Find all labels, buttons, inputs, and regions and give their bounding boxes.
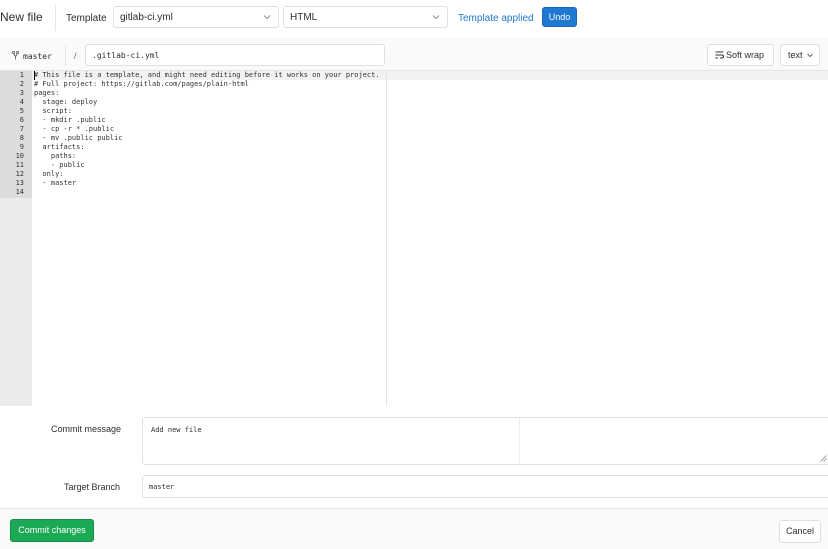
line-number: 8 — [19, 134, 24, 142]
editor-mode-dropdown[interactable]: text — [780, 44, 820, 66]
code-line: - cp -r * .public — [34, 125, 115, 133]
commit-message-value: Add new file — [151, 426, 202, 434]
branch-indicator: master — [12, 51, 52, 61]
template-applied-text: Template applied — [458, 13, 534, 24]
commit-message-label: Commit message — [51, 424, 122, 434]
code-line: - mkdir .public — [34, 116, 106, 124]
form-actions: Commit changes Cancel — [0, 508, 828, 549]
code-content[interactable]: # This file is a template, and might nee… — [34, 71, 380, 197]
code-line: script: — [34, 107, 72, 115]
template-type-value: HTML — [290, 12, 318, 23]
line-number: 13 — [15, 179, 24, 187]
line-number: 2 — [19, 80, 24, 88]
branch-name: master — [23, 52, 52, 61]
line-number: 4 — [19, 98, 24, 106]
code-editor[interactable]: 1 2 3 4 5 6 7 8 9 10 11 12 13 14 # This file is a tem… — [0, 71, 828, 406]
line-number: 1 — [19, 71, 24, 79]
template-dropdown-value: gitlab-ci.yml — [120, 12, 173, 23]
line-number: 7 — [19, 125, 24, 133]
target-branch-label: Target Branch — [64, 482, 121, 492]
code-line: paths: — [34, 152, 77, 160]
code-line: pages: — [34, 89, 60, 97]
code-line: only: — [34, 170, 64, 178]
line-number: 10 — [15, 152, 24, 160]
line-number: 12 — [15, 170, 24, 178]
path-separator: / — [74, 51, 77, 61]
line-number: 9 — [19, 143, 24, 151]
code-line: - public — [34, 161, 85, 169]
branch-icon — [12, 51, 19, 60]
line-number-gutter: 1 2 3 4 5 6 7 8 9 10 11 12 13 14 — [0, 71, 32, 406]
line-number: 5 — [19, 107, 24, 115]
undo-button[interactable]: Undo — [542, 7, 577, 27]
resize-handle-icon[interactable] — [820, 455, 827, 462]
template-type-dropdown[interactable]: HTML — [283, 6, 448, 28]
toolbar-divider — [65, 45, 66, 66]
code-line: stage: deploy — [34, 98, 98, 106]
text-cursor — [34, 71, 35, 80]
code-line: artifacts: — [34, 143, 85, 151]
soft-wrap-icon — [715, 51, 724, 59]
line-number: 11 — [15, 161, 24, 169]
editor-toolbar: master / .gitlab-ci.yml Soft wrap text — [0, 39, 828, 71]
commit-message-input[interactable]: Add new file — [142, 417, 828, 465]
code-line: # This file is a template, and might nee… — [34, 71, 380, 79]
commit-box-divider — [519, 418, 520, 464]
page-title: New file — [0, 10, 43, 24]
commit-changes-button[interactable]: Commit changes — [10, 519, 94, 542]
print-margin — [386, 71, 387, 406]
line-number: 14 — [15, 188, 24, 196]
code-line: - mv .public public — [34, 134, 123, 142]
cancel-button[interactable]: Cancel — [779, 520, 821, 543]
line-number: 3 — [19, 89, 24, 97]
line-number: 6 — [19, 116, 24, 124]
editor-mode-value: text — [788, 50, 803, 60]
header-divider — [55, 5, 56, 31]
chevron-down-icon — [807, 53, 813, 58]
chevron-down-icon — [432, 15, 440, 20]
file-name-input[interactable]: .gitlab-ci.yml — [85, 44, 385, 66]
code-line: - master — [34, 179, 77, 187]
soft-wrap-button[interactable]: Soft wrap — [707, 44, 774, 66]
template-dropdown[interactable]: gitlab-ci.yml — [113, 6, 279, 28]
code-line: # Full project: https://gitlab.com/pages… — [34, 80, 249, 88]
soft-wrap-label: Soft wrap — [726, 50, 765, 60]
target-branch-input[interactable]: master — [142, 475, 828, 498]
chevron-down-icon — [263, 15, 271, 20]
template-label: Template — [66, 13, 107, 24]
